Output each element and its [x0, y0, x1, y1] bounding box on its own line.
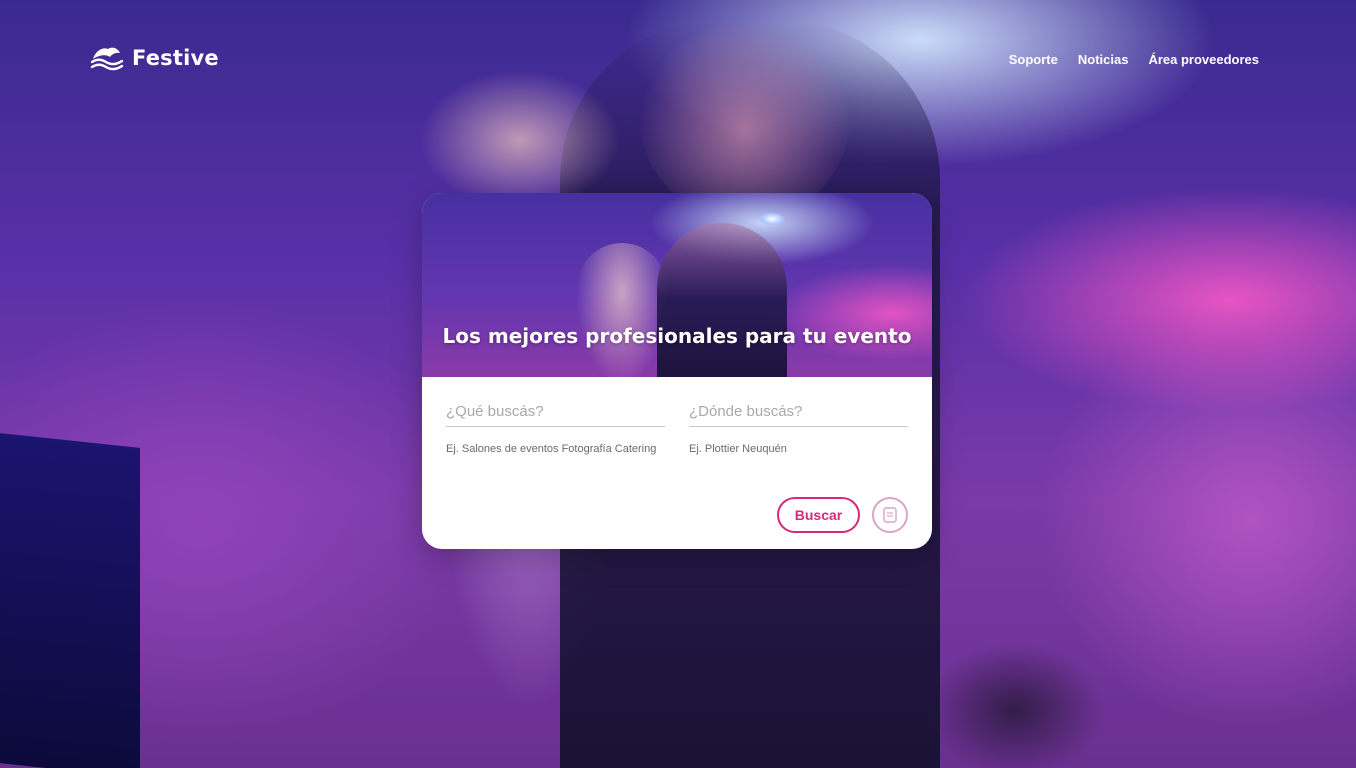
where-search-input[interactable] — [689, 403, 908, 427]
nav-noticias[interactable]: Noticias — [1078, 52, 1129, 67]
where-field: Ej. Plottier Neuquén — [689, 403, 908, 455]
card-body: Ej. Salones de eventos Fotografía Cateri… — [422, 377, 932, 549]
nav-soporte[interactable]: Soporte — [1009, 52, 1058, 67]
page: Festive Soporte Noticias Área proveedore… — [0, 0, 1356, 768]
logo-link[interactable]: Festive — [90, 44, 219, 72]
search-card: Los mejores profesionales para tu evento… — [422, 193, 932, 549]
main-nav: Soporte Noticias Área proveedores — [1009, 52, 1259, 67]
card-hero-image: Los mejores profesionales para tu evento — [422, 193, 932, 377]
hero-bride — [577, 243, 667, 377]
card-title: Los mejores profesionales para tu evento — [442, 324, 912, 348]
background-screen — [0, 432, 140, 768]
where-hint: Ej. Plottier Neuquén — [689, 443, 787, 455]
background-guests — [905, 600, 1135, 768]
what-field: Ej. Salones de eventos Fotografía Cateri… — [446, 403, 665, 455]
what-hint: Ej. Salones de eventos Fotografía Cateri… — [446, 443, 657, 455]
nav-area-proveedores[interactable]: Área proveedores — [1148, 52, 1259, 67]
search-button[interactable]: Buscar — [777, 497, 860, 533]
document-icon — [883, 507, 897, 523]
document-button[interactable] — [872, 497, 908, 533]
hero-ceiling-light — [760, 213, 784, 225]
hero-groom — [657, 223, 787, 377]
what-search-input[interactable] — [446, 403, 665, 427]
site-header: Festive Soporte Noticias Área proveedore… — [0, 0, 1356, 120]
logo-text: Festive — [132, 46, 219, 70]
wave-logo-icon — [90, 47, 124, 71]
